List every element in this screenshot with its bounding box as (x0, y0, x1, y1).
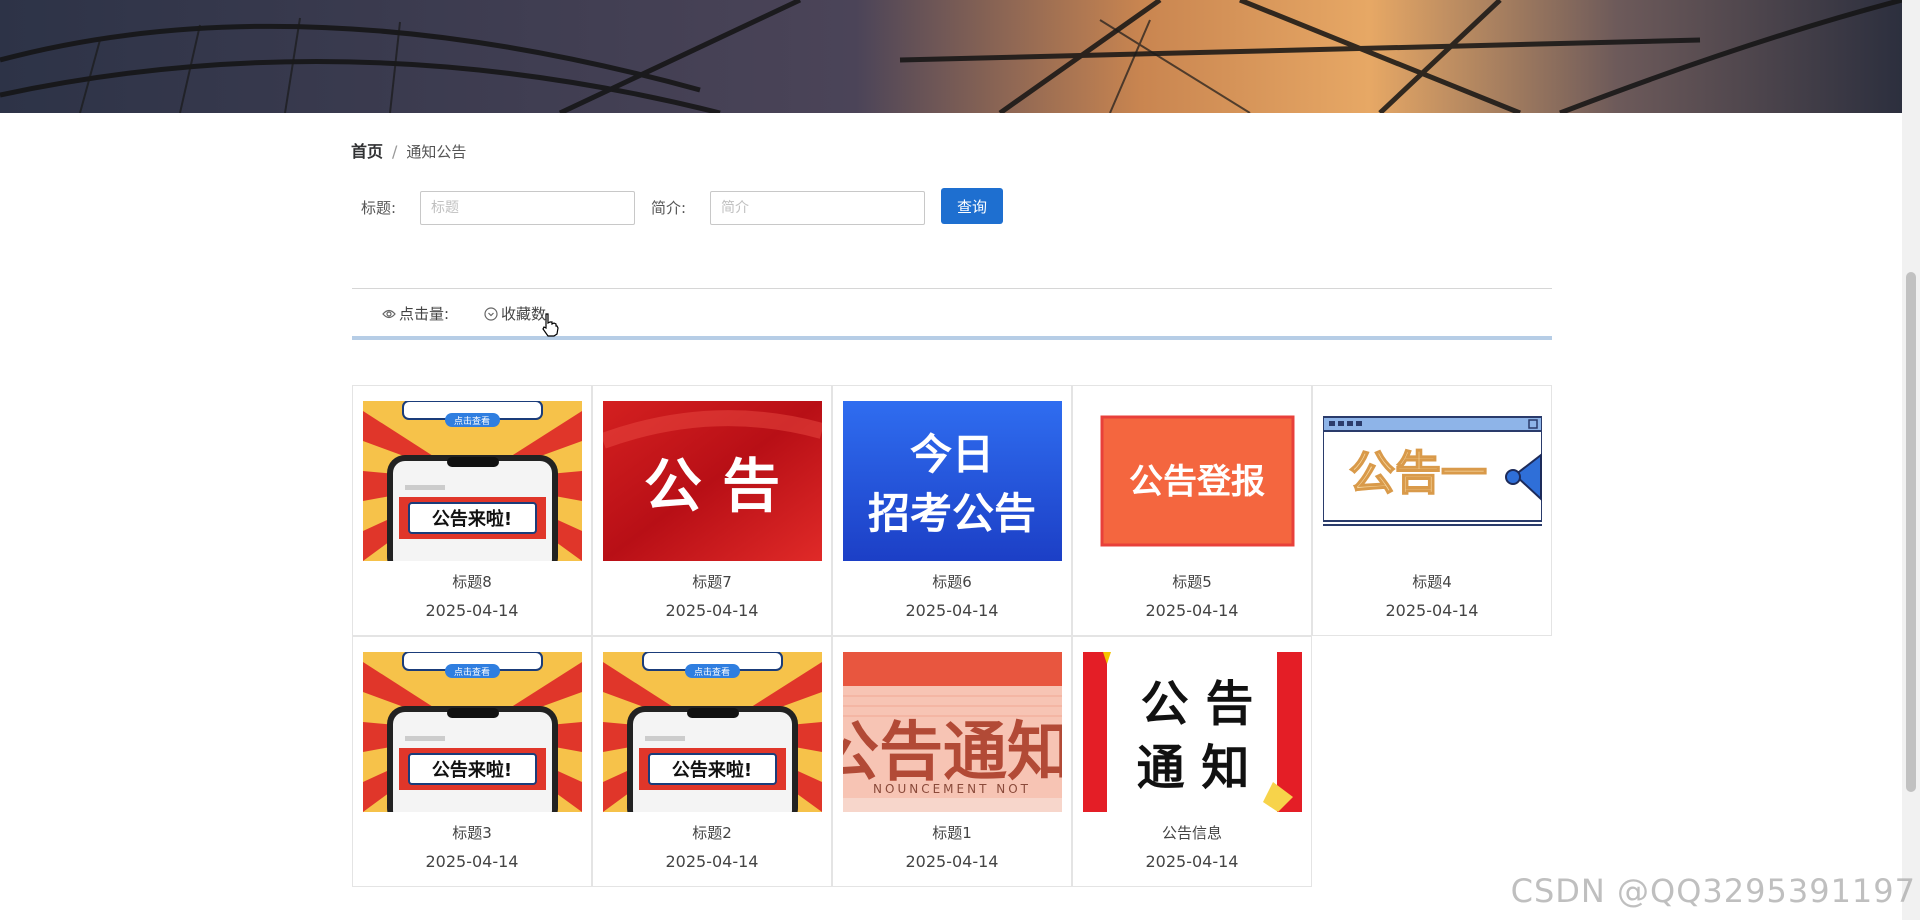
card-image-text: 公告来啦! (672, 759, 752, 781)
eye-icon (382, 309, 396, 319)
sort-bar: 点击量: 收藏数 (352, 288, 1552, 340)
card-thumbnail: 公告一 (1323, 401, 1542, 561)
card-title: 标题2 (692, 824, 732, 842)
favorites-sort-label: 收藏数 (501, 305, 547, 323)
card-title: 标题4 (1412, 573, 1452, 591)
card-date: 2025-04-14 (425, 601, 519, 620)
card-thumbnail: 公 告 通 知 (1083, 652, 1302, 812)
chevron-circle-icon (484, 306, 498, 321)
watermark: CSDN @QQ3295391197 (1510, 872, 1916, 910)
card-title: 标题6 (932, 573, 972, 591)
card-thumbnail: 点击查看 公告来啦! (363, 652, 582, 812)
card-date: 2025-04-14 (425, 852, 519, 871)
card-image-text: 公告登报 (1129, 462, 1265, 502)
card-date: 2025-04-14 (1145, 852, 1239, 871)
card-image-text-2: 通 知 (1137, 740, 1250, 796)
notice-card[interactable]: 公 告 通 知 公告信息 2025-04-14 (1072, 636, 1312, 887)
card-image-text: 公告来啦! (432, 508, 512, 530)
breadcrumb: 首页 / 通知公告 (351, 138, 466, 162)
notice-card[interactable]: 公 告 标题7 2025-04-14 (592, 385, 832, 636)
title-search-input[interactable] (420, 191, 635, 225)
card-thumbnail: 公 告 (603, 401, 822, 561)
card-date: 2025-04-14 (665, 601, 759, 620)
hand-cursor-icon (541, 313, 559, 341)
sort-by-favorites[interactable]: 收藏数 (484, 303, 546, 324)
card-image-subtext: 点击查看 (694, 666, 730, 678)
card-image-text: 公告来啦! (432, 759, 512, 781)
breadcrumb-current: 通知公告 (406, 143, 467, 161)
card-image-text: 公告通知 (843, 716, 1062, 790)
card-date: 2025-04-14 (905, 852, 999, 871)
card-title: 标题5 (1172, 573, 1212, 591)
card-image-subtext: NOUNCEMENT NOT (873, 782, 1031, 796)
intro-search-input[interactable] (710, 191, 925, 225)
notice-card-grid: 点击查看 公告来啦! 标题8 2025-04-14 公 告 标题7 2025-0… (352, 385, 1552, 887)
notice-card[interactable]: 公告一 标题4 2025-04-14 (1312, 385, 1552, 636)
query-button[interactable]: 查询 (941, 188, 1003, 224)
card-title: 标题3 (452, 824, 492, 842)
card-thumbnail: 今日 招考公告 (843, 401, 1062, 561)
card-thumbnail: 点击查看 公告来啦! (603, 652, 822, 812)
card-thumbnail: 公告通知 NOUNCEMENT NOT (843, 652, 1062, 812)
card-image-text-2: 招考公告 (868, 489, 1036, 538)
card-image-text: 今日 (910, 430, 994, 479)
card-image-text: 公 告 (1141, 676, 1254, 732)
intro-label: 简介: (651, 199, 687, 217)
breadcrumb-separator: / (392, 142, 398, 161)
notice-card[interactable]: 点击查看 公告来啦! 标题8 2025-04-14 (352, 385, 592, 636)
page-scrollbar[interactable] (1902, 0, 1920, 920)
card-title: 标题8 (452, 573, 492, 591)
notice-card[interactable]: 点击查看 公告来啦! 标题3 2025-04-14 (352, 636, 592, 887)
sort-by-clicks[interactable]: 点击量: (382, 303, 449, 324)
title-label: 标题: (361, 199, 397, 217)
card-date: 2025-04-14 (1145, 601, 1239, 620)
notice-card[interactable]: 今日 招考公告 标题6 2025-04-14 (832, 385, 1072, 636)
top-banner-image (0, 0, 1902, 113)
card-date: 2025-04-14 (1385, 601, 1479, 620)
breadcrumb-home-link[interactable]: 首页 (351, 142, 383, 161)
scrollbar-thumb[interactable] (1906, 272, 1916, 792)
card-thumbnail: 公告登报 (1083, 401, 1302, 561)
card-date: 2025-04-14 (665, 852, 759, 871)
notice-card[interactable]: 公告登报 标题5 2025-04-14 (1072, 385, 1312, 636)
card-date: 2025-04-14 (905, 601, 999, 620)
card-image-text: 公告一 (1349, 446, 1487, 500)
card-title: 标题7 (692, 573, 732, 591)
notice-card[interactable]: 点击查看 公告来啦! 标题2 2025-04-14 (592, 636, 832, 887)
card-title: 标题1 (932, 824, 972, 842)
card-thumbnail: 点击查看 公告来啦! (363, 401, 582, 561)
card-image-subtext: 点击查看 (454, 666, 490, 678)
card-image-text: 公 告 (644, 452, 780, 520)
clicks-sort-label: 点击量: (399, 305, 450, 323)
notice-card[interactable]: 公告通知 NOUNCEMENT NOT 标题1 2025-04-14 (832, 636, 1072, 887)
search-form: 标题: 简介: 查询 (351, 188, 1051, 228)
card-image-subtext: 点击查看 (454, 415, 490, 427)
card-title: 公告信息 (1161, 824, 1222, 842)
